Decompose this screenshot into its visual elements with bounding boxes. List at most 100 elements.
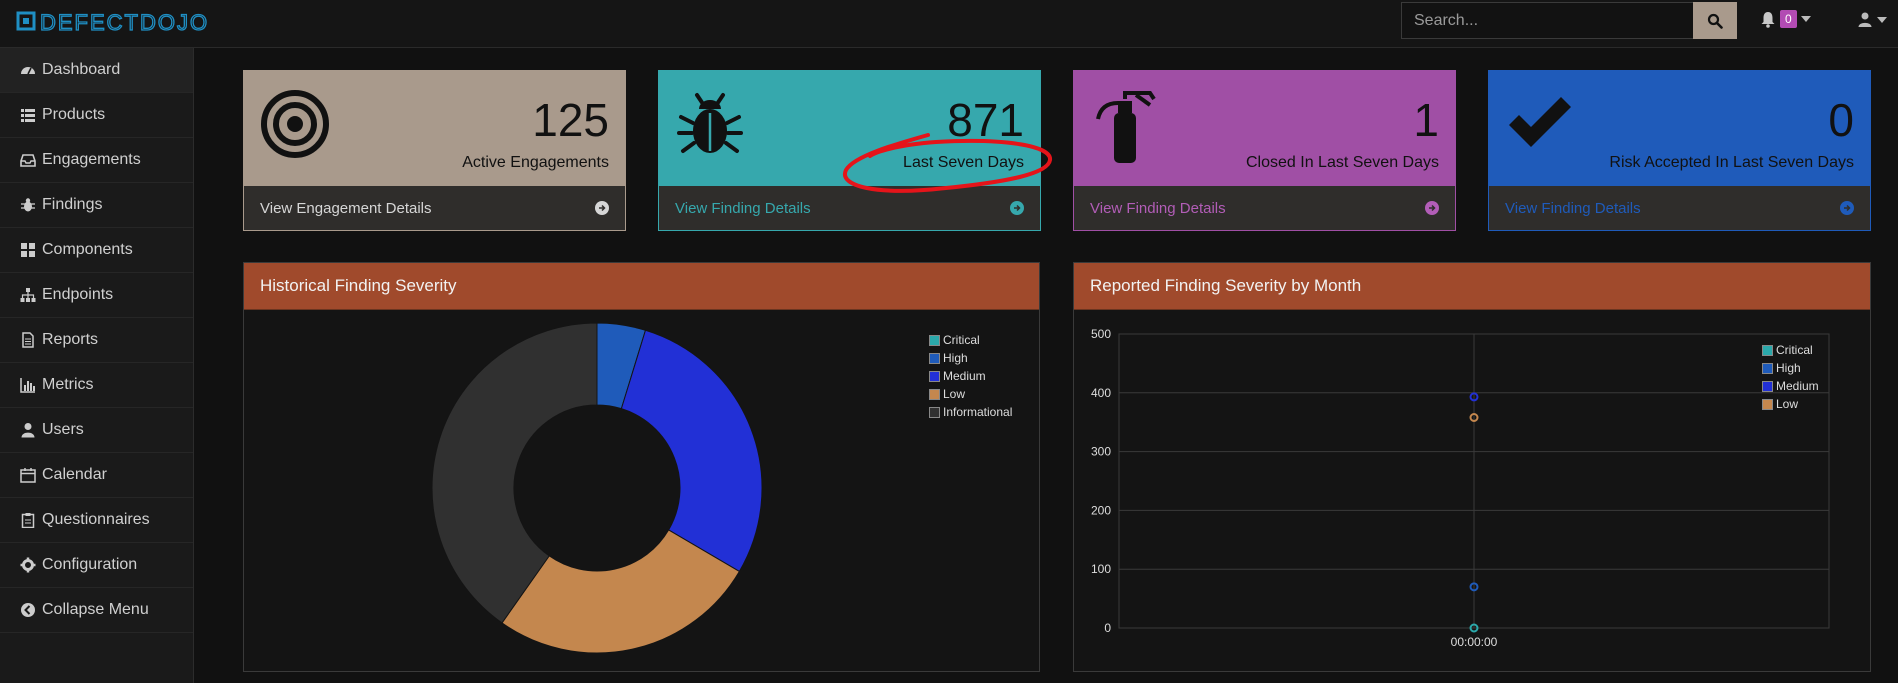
sidebar-item-users[interactable]: Users: [0, 408, 193, 453]
monthly-finding-severity-panel: Reported Finding Severity by Month 0 100 2…: [1073, 262, 1871, 672]
chevron-down-icon: [1877, 16, 1887, 23]
fire-extinguisher-icon: [1096, 91, 1156, 163]
legend-label: Critical: [943, 333, 980, 347]
inbox-icon: [20, 154, 36, 167]
panel-title: Historical Finding Severity: [244, 263, 1039, 310]
notification-count-badge: 0: [1780, 10, 1797, 28]
gear-icon: [20, 557, 36, 573]
sidebar-item-components[interactable]: Components: [0, 228, 193, 273]
bar-chart-icon: [20, 378, 35, 393]
sidebar-item-endpoints[interactable]: Endpoints: [0, 273, 193, 318]
active-engagements-label: Active Engagements: [462, 154, 609, 171]
collapse-icon: [21, 603, 35, 617]
legend-swatch: [1762, 380, 1773, 392]
bullseye-icon: [261, 90, 329, 158]
sidebar-item-engagements[interactable]: Engagements: [0, 138, 193, 183]
legend-item[interactable]: High: [1762, 359, 1819, 377]
closed-last-seven-days-card: 1 Closed In Last Seven Days View Finding…: [1073, 70, 1456, 231]
historical-finding-severity-panel: Historical Finding Severity Critical High…: [243, 262, 1040, 672]
arrow-circle-right-icon: [595, 201, 609, 215]
sidebar-item-label: Components: [42, 241, 133, 258]
legend-item[interactable]: Informational: [929, 403, 1012, 421]
sidebar-item-products[interactable]: Products: [0, 93, 193, 138]
bell-icon: [1761, 11, 1775, 28]
legend-swatch: [929, 370, 940, 382]
active-engagements-count: 125: [532, 94, 609, 146]
y-tick-label: 300: [1091, 445, 1111, 459]
legend-swatch: [929, 334, 940, 346]
panel-title: Reported Finding Severity by Month: [1074, 263, 1870, 310]
bug-icon: [21, 198, 35, 212]
line-legend: Critical High Medium Low: [1762, 341, 1819, 413]
sidebar-item-label: Configuration: [42, 556, 138, 573]
sidebar-item-calendar[interactable]: Calendar: [0, 453, 193, 498]
legend-item[interactable]: High: [929, 349, 1012, 367]
defectdojo-logo[interactable]: DEFECTDOJO: [16, 7, 256, 37]
legend-label: Medium: [1776, 379, 1819, 393]
sidebar-item-reports[interactable]: Reports: [0, 318, 193, 363]
calendar-icon: [20, 468, 36, 483]
sidebar-item-dashboard[interactable]: Dashboard: [0, 48, 193, 93]
bug-icon: [677, 93, 743, 153]
search-icon: [1707, 13, 1723, 29]
sidebar-item-questionnaires[interactable]: Questionnaires: [0, 498, 193, 543]
pie-legend: Critical High Medium Low Informational: [929, 331, 1012, 421]
legend-label: High: [943, 351, 968, 365]
legend-label: Medium: [943, 369, 986, 383]
sidebar-item-label: Reports: [42, 331, 99, 348]
view-finding-details-link[interactable]: View Finding Details: [1074, 186, 1455, 230]
sidebar-item-configuration[interactable]: Configuration: [0, 543, 193, 588]
legend-swatch: [929, 352, 940, 364]
svg-text:DEFECTDOJO: DEFECTDOJO: [40, 10, 209, 35]
top-navbar: DEFECTDOJO 0: [0, 0, 1898, 48]
legend-swatch: [929, 406, 940, 418]
legend-item[interactable]: Medium: [1762, 377, 1819, 395]
sidebar-item-label: Questionnaires: [42, 511, 150, 528]
legend-item[interactable]: Critical: [929, 331, 1012, 349]
risk-accepted-label: Risk Accepted In Last Seven Days: [1609, 154, 1854, 171]
search-button[interactable]: [1693, 2, 1737, 39]
sidebar-item-label: Products: [42, 106, 106, 123]
notifications-dropdown[interactable]: 0: [1760, 10, 1811, 28]
sidebar-item-label: Users: [42, 421, 84, 438]
monthly-severity-line-chart: 0 100 200 300 400 500 00:00:00: [1091, 327, 1830, 649]
legend-item[interactable]: Medium: [929, 367, 1012, 385]
link-label: View Finding Details: [1505, 199, 1641, 217]
sidebar-item-findings[interactable]: Findings: [0, 183, 193, 228]
link-label: View Finding Details: [675, 199, 811, 217]
legend-item[interactable]: Low: [929, 385, 1012, 403]
active-engagements-card: 125 Active Engagements View Engagement D…: [243, 70, 626, 231]
search-input[interactable]: [1401, 2, 1693, 39]
pie-slice-medium[interactable]: [620, 329, 763, 573]
view-finding-details-link[interactable]: View Finding Details: [1489, 186, 1870, 230]
y-tick-label: 200: [1091, 503, 1111, 517]
legend-item[interactable]: Low: [1762, 395, 1819, 413]
historical-severity-donut-chart: [431, 322, 763, 654]
view-engagement-details-link[interactable]: View Engagement Details: [244, 186, 625, 230]
legend-swatch: [929, 388, 940, 400]
legend-label: Low: [1776, 397, 1799, 411]
components-icon: [21, 243, 35, 257]
legend-item[interactable]: Critical: [1762, 341, 1819, 359]
sitemap-icon: [20, 288, 36, 302]
sidebar-nav: Dashboard Products Engagements Findings …: [0, 48, 194, 683]
legend-label: Informational: [943, 405, 1013, 419]
sidebar-item-label: Metrics: [42, 376, 94, 393]
closed-last-seven-days-count: 1: [1413, 94, 1439, 146]
y-tick-label: 400: [1091, 386, 1111, 400]
arrow-circle-right-icon: [1010, 201, 1024, 215]
sidebar-item-label: Findings: [42, 196, 103, 213]
check-icon: [1509, 97, 1571, 147]
risk-accepted-card: 0 Risk Accepted In Last Seven Days View …: [1488, 70, 1871, 231]
sidebar-item-label: Endpoints: [42, 286, 114, 303]
sidebar-item-metrics[interactable]: Metrics: [0, 363, 193, 408]
user-menu-dropdown[interactable]: [1858, 12, 1887, 27]
red-annotation-scribble: [843, 133, 1052, 193]
arrow-circle-right-icon: [1425, 201, 1439, 215]
user-icon: [21, 423, 35, 438]
legend-swatch: [1762, 344, 1773, 356]
sidebar-item-collapse-menu[interactable]: Collapse Menu: [0, 588, 193, 633]
list-icon: [21, 109, 35, 122]
legend-label: Critical: [1776, 343, 1813, 357]
clipboard-icon: [21, 513, 35, 528]
